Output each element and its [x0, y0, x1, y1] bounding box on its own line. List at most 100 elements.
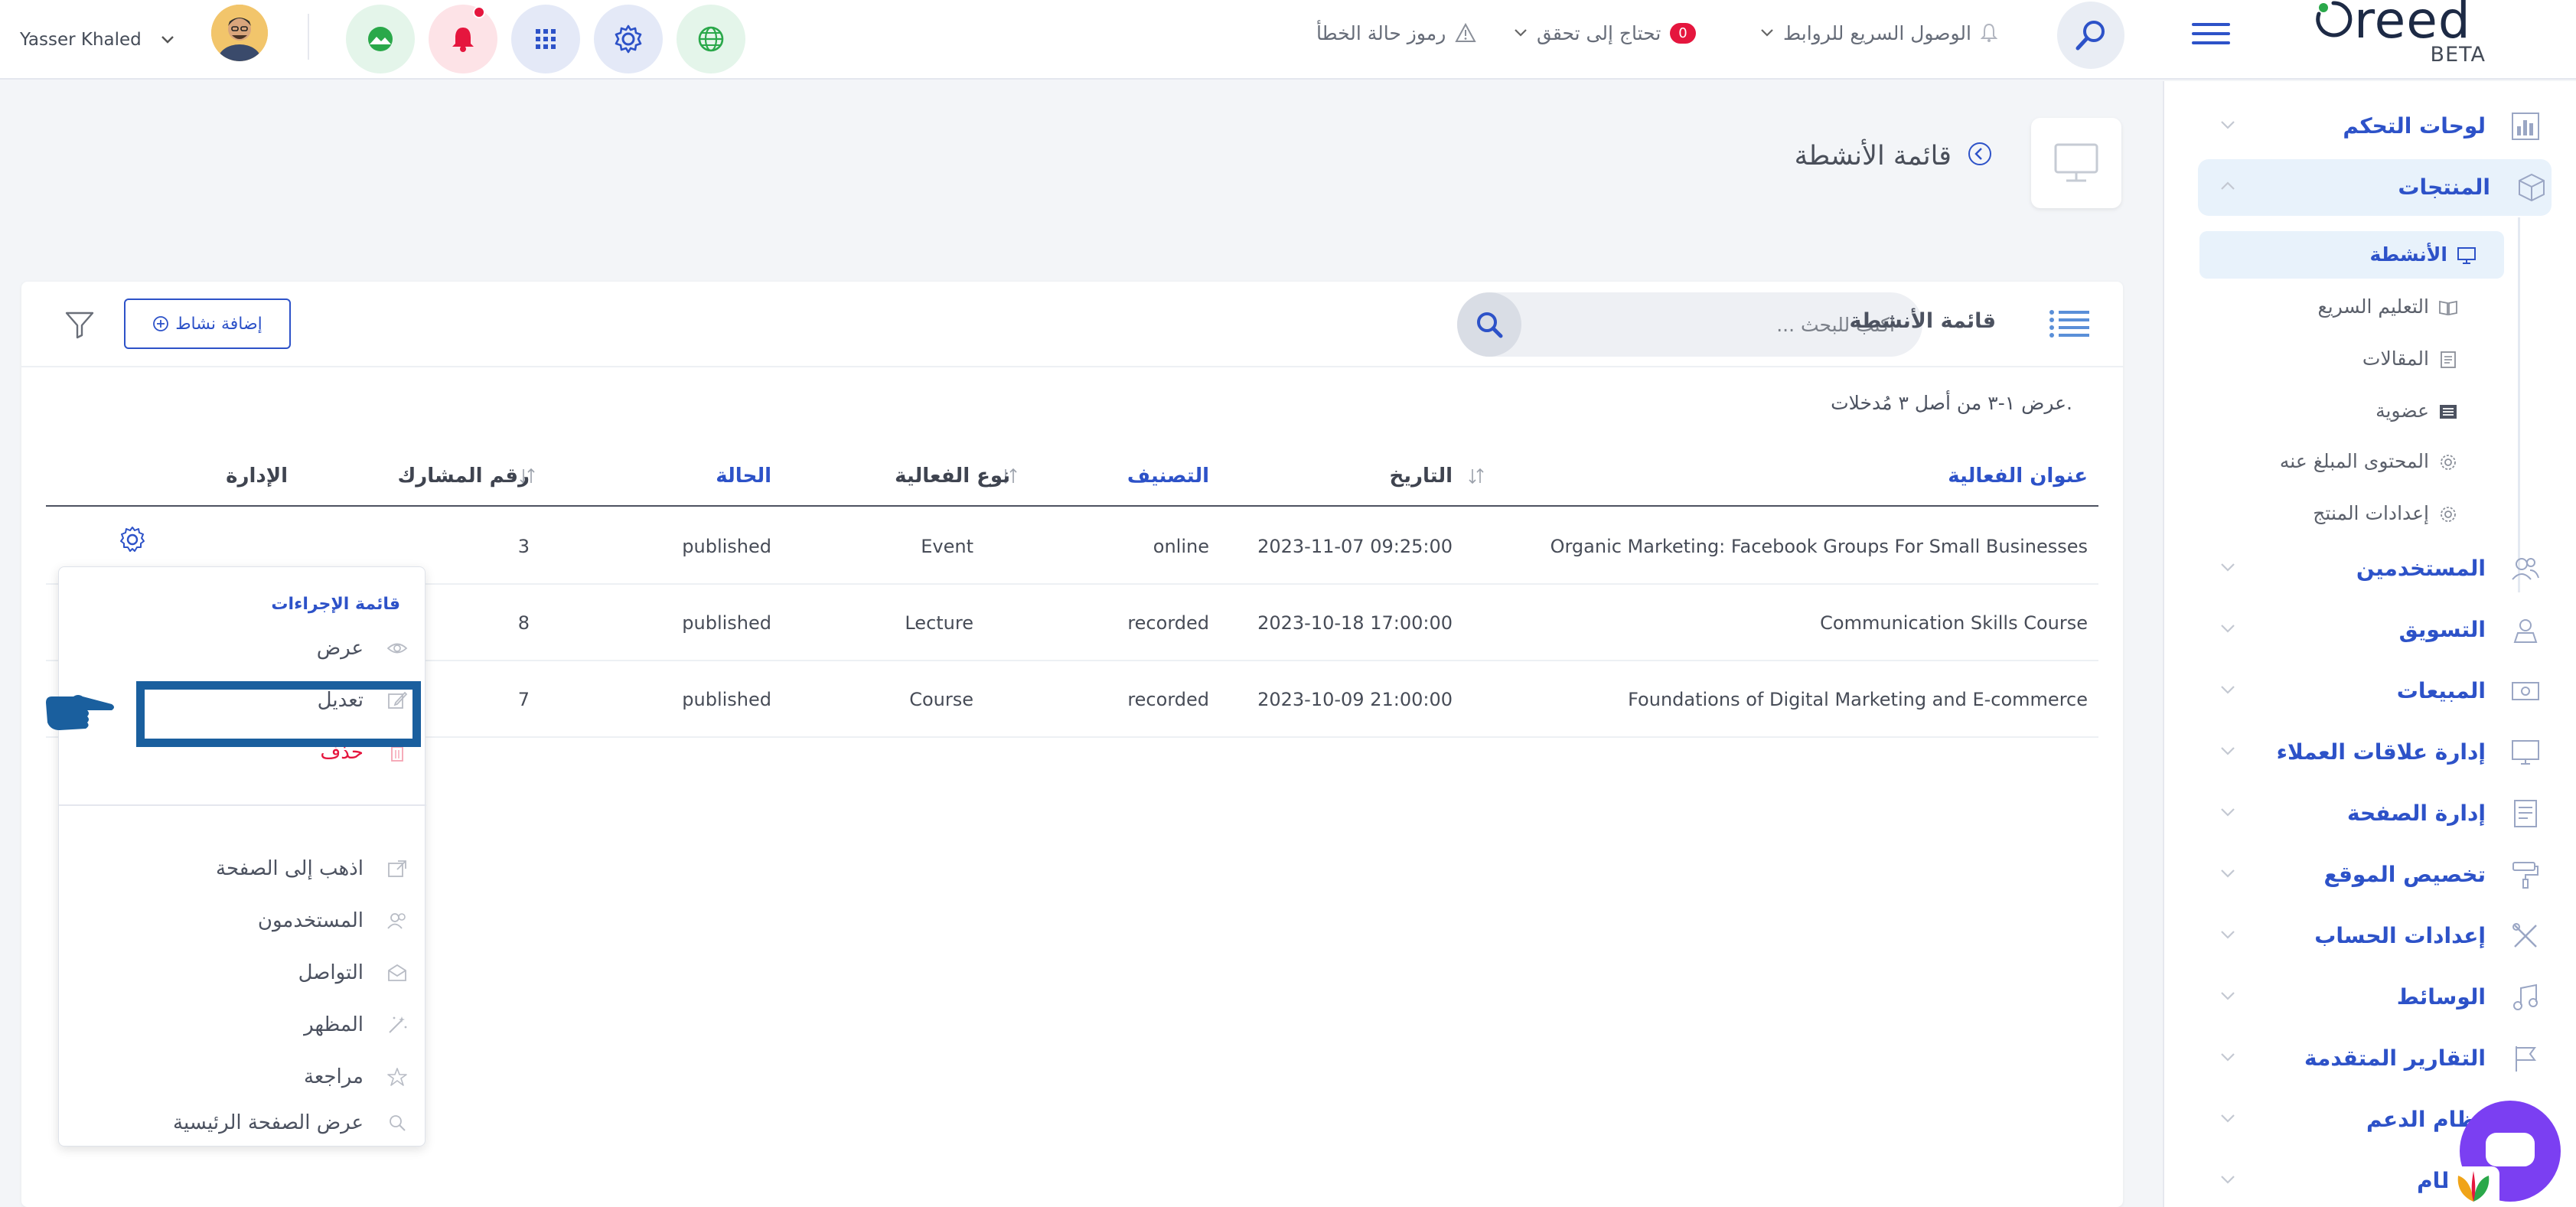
sidebar-subitem-reported-content[interactable]: المحتوى المبلغ عنه — [2199, 438, 2521, 485]
chevron-down-icon — [2219, 1174, 2236, 1185]
cell-type: Event — [921, 536, 973, 557]
hamburger-icon[interactable] — [2192, 20, 2232, 47]
sidebar-subitem-label: المقالات — [2362, 347, 2429, 370]
action-label: عرض الصفحة الرئيسية — [173, 1111, 364, 1134]
chevron-down-icon[interactable] — [160, 34, 175, 45]
error-codes-link[interactable]: رموز حالة الخطأ — [1307, 17, 1476, 49]
action-contact[interactable]: التواصل — [59, 948, 426, 997]
bell-icon — [450, 25, 476, 53]
chevron-down-icon — [1760, 28, 1774, 38]
sidebar-item-site-customization[interactable]: تخصيص الموقع — [2164, 847, 2576, 903]
grid-icon — [534, 28, 557, 51]
needs-check-badge: 0 — [1670, 22, 1696, 44]
cell-status: published — [682, 612, 771, 634]
sidebar-item-label: إدارة الصفحة — [2347, 801, 2486, 826]
sidebar-item-media[interactable]: الوسائط — [2164, 969, 2576, 1026]
cell-status: published — [682, 536, 771, 557]
action-view[interactable]: عرض — [59, 624, 426, 673]
error-codes-label[interactable]: رموز حالة الخطأ — [1316, 22, 1446, 44]
sidebar-item-account-settings[interactable]: إعدادات الحساب — [2164, 908, 2576, 964]
app-launcher-button[interactable] — [346, 5, 415, 73]
notifications-button[interactable] — [429, 5, 497, 73]
tools-icon — [2510, 921, 2541, 951]
brand-tag: BETA — [2430, 43, 2486, 67]
action-users[interactable]: المستخدمون — [59, 896, 426, 945]
sidebar-subitem-membership[interactable]: عضوية — [2199, 387, 2521, 435]
globe-icon — [697, 25, 725, 53]
cell-participants: 8 — [517, 612, 530, 634]
flag-icon — [2510, 1043, 2541, 1074]
sidebar-subitem-quick-learning[interactable]: التعليم السريع — [2199, 283, 2521, 331]
action-label: مراجعة — [303, 1065, 364, 1088]
sidebar-item-label: المستخدمين — [2356, 556, 2486, 581]
user-name[interactable]: Yasser Khaled — [20, 30, 142, 50]
article-icon — [2438, 351, 2458, 369]
action-view-homepage[interactable]: عرض الصفحة الرئيسية — [59, 1098, 426, 1147]
magic-wand-icon — [386, 1015, 408, 1035]
sidebar-item-label: إدارة علاقات العملاء — [2276, 739, 2486, 765]
needs-check-label[interactable]: تحتاج إلى تحقق — [1537, 22, 1661, 44]
sidebar-subitem-label: المحتوى المبلغ عنه — [2279, 450, 2429, 472]
column-status[interactable]: الحالة — [716, 445, 771, 507]
chevron-down-icon — [2219, 119, 2236, 130]
action-appearance[interactable]: المظهر — [59, 1000, 426, 1049]
actions-menu-title: قائمة الإجراءات — [271, 595, 400, 614]
row-actions-gear-icon[interactable] — [118, 525, 147, 554]
search-icon — [386, 1113, 408, 1133]
chevron-circle-icon[interactable] — [1967, 141, 1993, 167]
actions-dropdown: قائمة الإجراءات عرض تعديل حذف اذهب إلى ا… — [58, 566, 426, 1147]
action-label: المظهر — [304, 1013, 364, 1036]
quick-links-dropdown[interactable]: الوصول السريع للروابط — [1760, 17, 1997, 49]
list-title: قائمة الأنشطة — [1849, 309, 1996, 333]
sort-icon[interactable] — [1468, 467, 1485, 485]
sidebar-item-users[interactable]: المستخدمين — [2164, 540, 2576, 597]
filter-icon[interactable] — [64, 309, 95, 340]
sidebar-item-label: التقارير المتقدمة — [2304, 1046, 2486, 1071]
column-type[interactable]: نوع الفعالية — [895, 445, 1010, 507]
column-participants[interactable]: رقم المشارك — [397, 445, 530, 507]
settings-button[interactable] — [594, 5, 663, 73]
cell-title: Organic Marketing: Facebook Groups For S… — [1550, 536, 2088, 557]
cube-icon — [2516, 172, 2547, 203]
sidebar-subitem-activities[interactable]: الأنشطة — [2199, 231, 2504, 279]
user-menu[interactable]: Yasser Khaled — [20, 18, 175, 61]
search-submit-button[interactable] — [1457, 292, 1521, 357]
cell-date: 2023-10-09 21:00:00 — [1257, 689, 1453, 710]
sidebar-subitem-articles[interactable]: المقالات — [2199, 335, 2521, 383]
card-toolbar: إضافة نشاط قائمة الأنشطة — [21, 282, 2123, 367]
sidebar-subitem-label: إعدادات المنتج — [2313, 502, 2429, 524]
add-activity-button[interactable]: إضافة نشاط — [124, 298, 291, 349]
cell-status: published — [682, 689, 771, 710]
sidebar-item-advanced-reports[interactable]: التقارير المتقدمة — [2164, 1030, 2576, 1087]
column-title[interactable]: عنوان الفعالية — [1948, 445, 2088, 507]
menu-divider — [59, 804, 426, 806]
sidebar: لوحات التحكم المنتجات الأنشطة التعليم ال… — [2163, 81, 2576, 1207]
sidebar-item-page-management[interactable]: إدارة الصفحة — [2164, 785, 2576, 842]
sidebar-item-marketing[interactable]: التسويق — [2164, 602, 2576, 658]
action-review[interactable]: مراجعة — [59, 1052, 426, 1101]
apps-button[interactable] — [511, 5, 580, 73]
chevron-up-icon — [2219, 181, 2236, 191]
needs-check-link[interactable]: تحتاج إلى تحقق 0 — [1514, 17, 1696, 49]
cell-category: recorded — [1127, 689, 1209, 710]
column-date[interactable]: التاريخ — [1389, 445, 1453, 507]
sidebar-subitem-product-settings[interactable]: إعدادات المنتج — [2199, 490, 2521, 537]
avatar[interactable] — [211, 5, 268, 61]
sidebar-item-products[interactable]: المنتجات — [2198, 159, 2552, 216]
page-icon-box — [2031, 118, 2121, 208]
brand-logo[interactable]: reed BETA — [2310, 0, 2486, 72]
chevron-down-icon — [2219, 990, 2236, 1001]
star-icon — [386, 1067, 408, 1087]
users-icon — [386, 911, 408, 931]
header-search-button[interactable] — [2057, 2, 2124, 69]
action-go-to-page[interactable]: اذهب إلى الصفحة — [59, 844, 426, 893]
sidebar-item-dashboards[interactable]: لوحات التحكم — [2164, 98, 2576, 155]
cell-title: Communication Skills Course — [1820, 612, 2088, 634]
chevron-down-icon — [2219, 807, 2236, 817]
quick-links-label[interactable]: الوصول السريع للروابط — [1783, 22, 1971, 44]
chevron-down-icon — [2219, 868, 2236, 879]
sidebar-item-crm[interactable]: إدارة علاقات العملاء — [2164, 724, 2576, 781]
language-button[interactable] — [677, 5, 745, 73]
sidebar-item-sales[interactable]: المبيعات — [2164, 663, 2576, 719]
column-category[interactable]: التصنيف — [1127, 445, 1209, 507]
